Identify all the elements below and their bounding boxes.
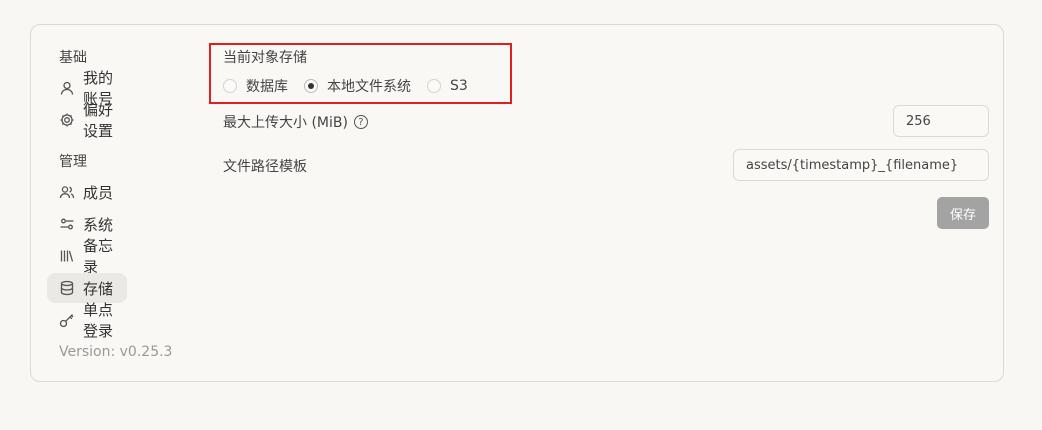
max-upload-size-label: 最大上传大小 (MiB) — [223, 115, 348, 131]
help-icon[interactable]: ? — [353, 115, 368, 129]
users-icon — [59, 184, 75, 200]
key-icon — [59, 312, 75, 328]
sidebar-item-label: 系统 — [83, 215, 114, 234]
highlight-box — [209, 43, 512, 104]
version-text: Version: v0.25.3 — [59, 344, 173, 360]
library-icon — [59, 248, 75, 264]
sidebar-item-preferences[interactable]: 偏好设置 — [47, 101, 127, 140]
path-template-label: 文件路径模板 — [223, 159, 307, 175]
gear-icon — [59, 112, 75, 128]
sidebar-item-label: 成员 — [83, 183, 114, 202]
section-title-manage: 管理 — [59, 154, 87, 170]
sidebar-item-members[interactable]: 成员 — [47, 177, 127, 207]
sidebar-item-label: 备忘录 — [83, 237, 114, 276]
user-icon — [59, 80, 75, 96]
sliders-icon — [59, 216, 75, 232]
sidebar-item-sso[interactable]: 单点登录 — [47, 301, 127, 340]
sidebar-item-label: 单点登录 — [83, 301, 114, 340]
section-title-basic: 基础 — [59, 50, 87, 66]
sidebar-item-memos[interactable]: 备忘录 — [47, 237, 127, 276]
settings-panel: 基础 我的账号 偏好设置 管理 成员 系统 备忘录 存储 单点登录 Versio… — [30, 24, 1004, 382]
save-button[interactable]: 保存 — [937, 197, 989, 229]
max-upload-size-input[interactable]: 256 — [893, 105, 989, 137]
sidebar-item-label: 存储 — [83, 279, 114, 298]
database-icon — [59, 280, 75, 296]
max-upload-size-row: 最大上传大小 (MiB) ? — [223, 112, 368, 132]
path-template-input[interactable]: assets/{timestamp}_{filename} — [733, 149, 989, 181]
sidebar-item-label: 偏好设置 — [83, 101, 114, 140]
